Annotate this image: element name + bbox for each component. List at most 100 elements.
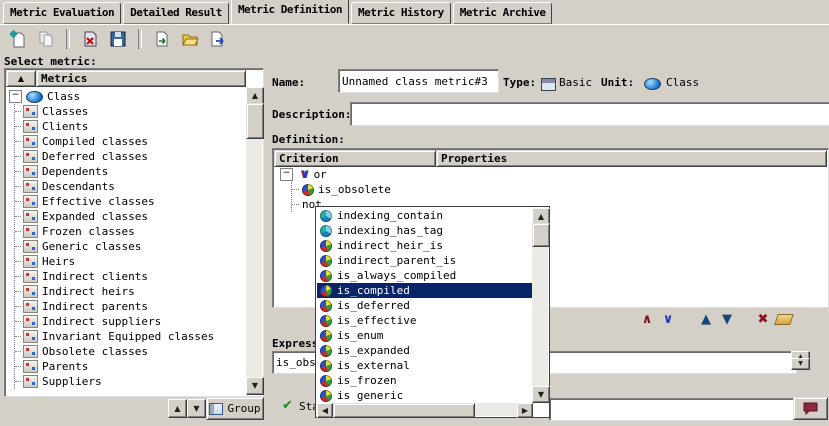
dropdown-item[interactable]: indirect_parent_is	[317, 253, 533, 268]
tree-item-class[interactable]: − Class	[7, 89, 246, 104]
tree-item-label: Obsolete classes	[42, 345, 148, 358]
spin-down-button[interactable]: ▼	[791, 358, 810, 370]
tree-item[interactable]: Invariant Equipped classes	[15, 329, 246, 344]
tree-item[interactable]: Deferred classes	[15, 149, 246, 164]
scroll-track[interactable]	[475, 403, 517, 416]
scroll-down-button[interactable]: ▼	[246, 377, 264, 395]
tree-item[interactable]: Clients	[15, 119, 246, 134]
clear-definition-button[interactable]	[775, 311, 793, 328]
dropdown-item[interactable]: is_external	[317, 358, 533, 373]
definition-row-criterion[interactable]: is_obsolete	[292, 182, 827, 197]
tree-item[interactable]: Suppliers	[15, 374, 246, 389]
metric-icon	[23, 195, 38, 208]
dropdown-item[interactable]: is_deferred	[317, 298, 533, 313]
tree-item[interactable]: Descendants	[15, 179, 246, 194]
criterion-pie-icon	[320, 390, 332, 402]
tree-item[interactable]: Indirect suppliers	[15, 314, 246, 329]
description-input[interactable]	[350, 102, 829, 126]
dropdown-item[interactable]: indexing_contain	[317, 208, 533, 223]
tree-item-label: Deferred classes	[42, 150, 148, 163]
tree-item[interactable]: Indirect heirs	[15, 284, 246, 299]
dropdown-item[interactable]: is_enum	[317, 328, 533, 343]
delete-metric-button[interactable]	[78, 27, 102, 51]
dropdown-item-label: is_expanded	[337, 344, 410, 357]
name-label: Name:	[272, 76, 305, 89]
dropdown-item[interactable]: is_effective	[317, 313, 533, 328]
tab-detailed-result[interactable]: Detailed Result	[123, 2, 229, 24]
group-toggle-button[interactable]: Group	[206, 397, 264, 420]
tree-item[interactable]: Generic classes	[15, 239, 246, 254]
tree-scrollbar[interactable]: ▲ ▼	[246, 87, 262, 395]
name-input[interactable]	[338, 69, 499, 93]
tree-item[interactable]: Parents	[15, 359, 246, 374]
tab-metric-definition[interactable]: Metric Definition	[231, 0, 349, 24]
or-operator-button[interactable]: ∨	[659, 311, 677, 328]
scroll-thumb[interactable]	[532, 223, 550, 247]
save-metric-icon	[109, 30, 127, 48]
collapse-icon[interactable]: −	[9, 90, 22, 103]
dropdown-item-selected[interactable]: is_compiled	[317, 283, 533, 298]
new-metric-button[interactable]	[6, 27, 30, 51]
tree-item-label: Generic classes	[42, 240, 141, 253]
definition-row-label: is_obsolete	[318, 183, 391, 196]
delete-criterion-button[interactable]: ✖	[754, 311, 772, 328]
dropdown-horizontal-scrollbar[interactable]: ◀ ▶	[317, 403, 533, 416]
dropdown-item[interactable]: is generic	[317, 388, 533, 403]
description-label: Description:	[272, 108, 351, 121]
metric-toolbar	[0, 24, 829, 54]
copy-metric-button[interactable]	[34, 27, 58, 51]
metric-icon	[23, 210, 38, 223]
tree-item[interactable]: Compiled classes	[15, 134, 246, 149]
tree-item[interactable]: Heirs	[15, 254, 246, 269]
move-criterion-down-button[interactable]: ▼	[718, 311, 736, 328]
tree-item[interactable]: Expanded classes	[15, 209, 246, 224]
properties-column-header[interactable]: Properties	[436, 150, 827, 167]
sort-button[interactable]: ▲	[6, 70, 36, 87]
scroll-thumb[interactable]	[246, 103, 264, 139]
move-metric-up-button[interactable]: ▲	[168, 399, 187, 418]
tree-item[interactable]: Effective classes	[15, 194, 246, 209]
scroll-left-button[interactable]: ◀	[317, 403, 333, 418]
dropdown-item[interactable]: is_expanded	[317, 343, 533, 358]
dropdown-vertical-scrollbar[interactable]: ▲ ▼	[532, 208, 548, 403]
metric-icon	[23, 105, 38, 118]
open-metric-file-button[interactable]	[178, 27, 202, 51]
move-criterion-up-button[interactable]: ▲	[697, 311, 715, 328]
tab-metric-history[interactable]: Metric History	[351, 2, 451, 24]
criterion-column-header[interactable]: Criterion	[274, 150, 436, 167]
type-value: Basic	[559, 76, 592, 89]
and-operator-button[interactable]: ∧	[638, 311, 656, 328]
tree-item[interactable]: Dependents	[15, 164, 246, 179]
import-metric-button[interactable]	[150, 27, 174, 51]
tree-item[interactable]: Indirect clients	[15, 269, 246, 284]
tree-item[interactable]: Indirect parents	[15, 299, 246, 314]
criterion-pie-icon	[320, 240, 332, 252]
scroll-down-button[interactable]: ▼	[532, 386, 550, 403]
move-metric-down-button[interactable]: ▼	[187, 399, 206, 418]
save-metric-button[interactable]	[106, 27, 130, 51]
tree-item[interactable]: Frozen classes	[15, 224, 246, 239]
dropdown-item-label: is_compiled	[337, 284, 410, 297]
metrics-column-header[interactable]: Metrics	[36, 70, 246, 87]
dropdown-item-label: is_external	[337, 359, 410, 372]
collapse-icon[interactable]: −	[280, 168, 293, 181]
scroll-thumb[interactable]	[333, 403, 475, 418]
tree-item[interactable]: Classes	[15, 104, 246, 119]
definition-row-or[interactable]: − ∨ or	[274, 167, 827, 182]
bottom-input[interactable]	[549, 398, 798, 421]
scroll-right-button[interactable]: ▶	[517, 403, 533, 418]
dropdown-item[interactable]: indexing_has_tag	[317, 223, 533, 238]
dropdown-item[interactable]: is_frozen	[317, 373, 533, 388]
tree-item[interactable]: Obsolete classes	[15, 344, 246, 359]
type-label: Type:	[503, 76, 536, 89]
dropdown-item[interactable]: is_always_compiled	[317, 268, 533, 283]
arrow-up-icon: ▲	[701, 313, 711, 326]
dropdown-item[interactable]: indirect_heir_is	[317, 238, 533, 253]
export-metric-button[interactable]	[206, 27, 230, 51]
tab-metric-evaluation[interactable]: Metric Evaluation	[3, 2, 121, 24]
criterion-dropdown-list: indexing_contain indexing_has_tag indire…	[317, 208, 533, 403]
comment-button[interactable]	[793, 397, 828, 420]
tab-metric-archive[interactable]: Metric Archive	[453, 2, 553, 24]
tree-item-label: Suppliers	[42, 375, 102, 388]
metric-icon	[23, 120, 38, 133]
